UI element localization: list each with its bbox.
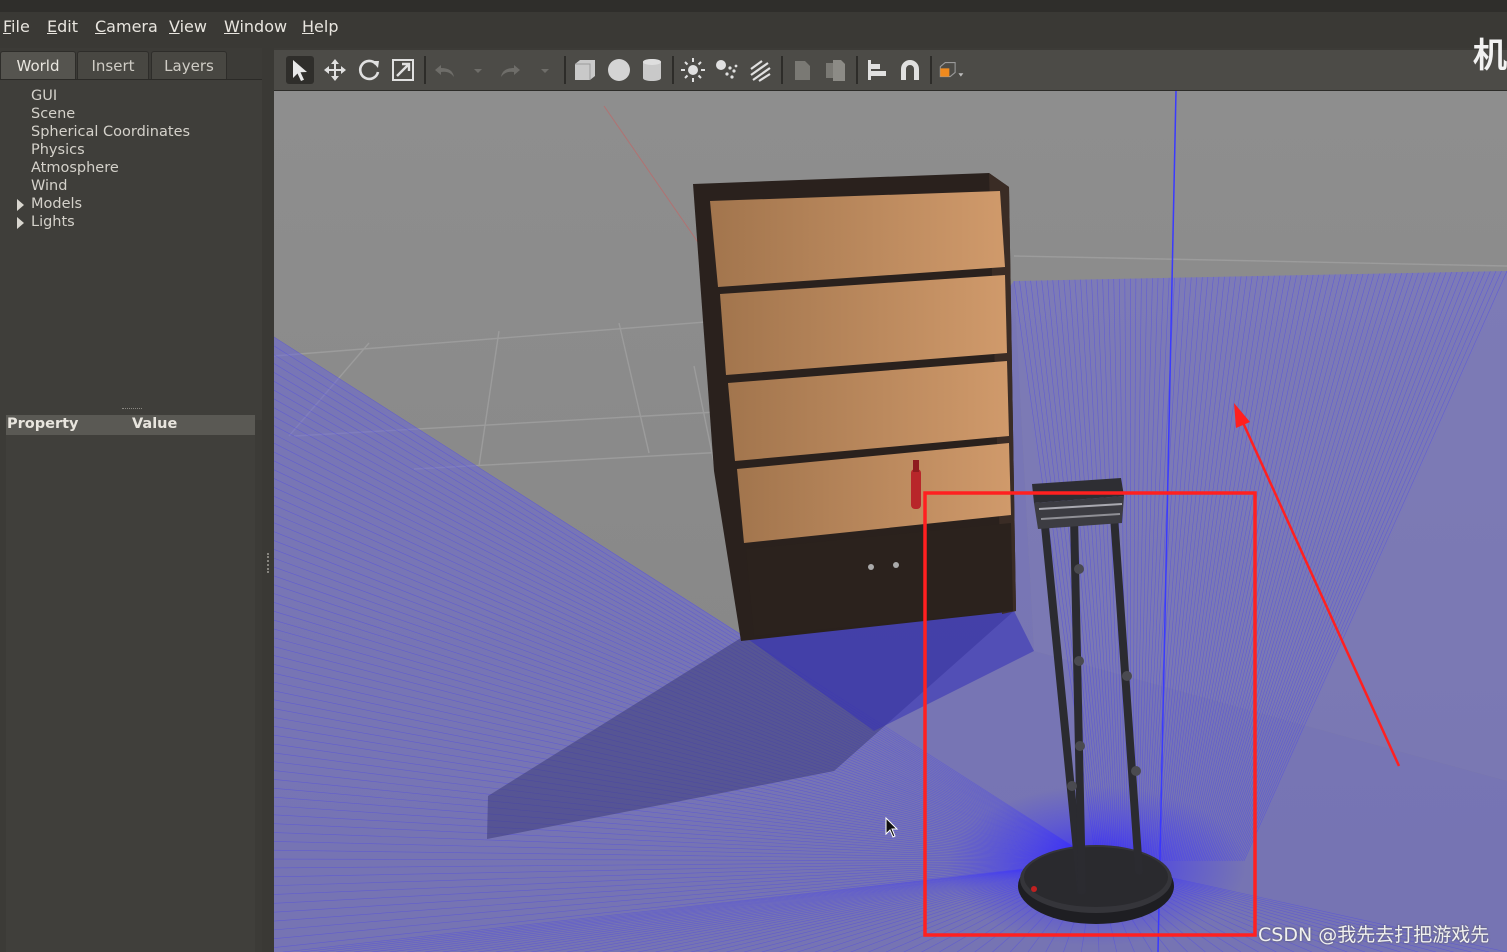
- toolbar-separator: [564, 56, 566, 84]
- translate-icon[interactable]: [321, 56, 349, 84]
- tree-item-label: GUI: [31, 88, 58, 104]
- menu-camera[interactable]: Camera: [95, 17, 158, 36]
- expand-arrow-icon[interactable]: [17, 217, 24, 229]
- tree-item-models[interactable]: Models: [17, 196, 83, 212]
- expand-arrow-icon[interactable]: [17, 199, 24, 211]
- toolbar-separator: [781, 56, 783, 84]
- property-table-body: [6, 435, 255, 952]
- tab-insert[interactable]: Insert: [77, 51, 149, 79]
- tab-world[interactable]: World: [0, 51, 76, 79]
- undo-icon[interactable]: [431, 56, 459, 84]
- align-icon[interactable]: [863, 56, 891, 84]
- directional-light-icon[interactable]: [746, 56, 774, 84]
- toolbar-separator: [856, 56, 858, 84]
- tree-item-label: Lights: [31, 214, 75, 230]
- world-tree: GUI Scene Spherical Coordinates Physics …: [0, 79, 262, 420]
- box-shape-icon[interactable]: [571, 56, 599, 84]
- sphere-shape-icon[interactable]: [605, 56, 633, 84]
- menu-help[interactable]: Help: [302, 17, 338, 36]
- value-column-header: Value: [132, 416, 178, 432]
- menu-bar: File Edit Camera View Window Help: [0, 0, 1507, 48]
- rotate-icon[interactable]: [355, 56, 383, 84]
- point-light-icon[interactable]: [679, 56, 707, 84]
- spot-light-icon[interactable]: [712, 56, 740, 84]
- tree-item-lights[interactable]: Lights: [17, 214, 75, 230]
- property-column-header: Property: [7, 416, 79, 432]
- copy-icon[interactable]: [788, 56, 816, 84]
- menu-view[interactable]: View: [169, 17, 207, 36]
- csdn-watermark: CSDN @我先去打把游戏先: [1258, 924, 1490, 946]
- panel-splitter[interactable]: [262, 48, 274, 952]
- tree-item-gui[interactable]: GUI: [31, 88, 57, 104]
- pane-resize-handle[interactable]: [122, 408, 142, 411]
- toolbar-separator: [424, 56, 426, 84]
- tree-item-label: Scene: [31, 106, 76, 122]
- toolbar: [274, 50, 1507, 91]
- tree-item-label: Models: [31, 196, 83, 212]
- toolbar-separator: [930, 56, 932, 84]
- splitter-grip[interactable]: [267, 553, 271, 573]
- tree-item-wind[interactable]: Wind: [31, 178, 67, 194]
- redo-dropdown-icon[interactable]: [531, 56, 549, 84]
- scale-icon[interactable]: [389, 56, 417, 84]
- tree-item-physics[interactable]: Physics: [31, 142, 85, 158]
- tab-layers[interactable]: Layers: [151, 51, 227, 79]
- tree-item-label: Wind: [31, 178, 68, 194]
- tree-item-label: Spherical Coordinates: [31, 124, 191, 140]
- panel-tabs: World Insert Layers: [0, 51, 262, 79]
- menu-file[interactable]: File: [3, 17, 30, 36]
- undo-dropdown-icon[interactable]: [464, 56, 482, 84]
- menu-edit[interactable]: Edit: [47, 17, 78, 36]
- tree-item-label: Physics: [31, 142, 85, 158]
- left-panel: World Insert Layers GUI Scene Spherical …: [0, 48, 262, 952]
- snap-magnet-icon[interactable]: [896, 56, 924, 84]
- tree-item-label: Atmosphere: [31, 160, 119, 176]
- toolbar-separator: [672, 56, 674, 84]
- tree-item-atmosphere[interactable]: Atmosphere: [31, 160, 119, 176]
- property-table-header: Property Value: [6, 415, 255, 435]
- redo-icon[interactable]: [496, 56, 524, 84]
- cylinder-shape-icon[interactable]: [638, 56, 666, 84]
- mouse-cursor-icon: [885, 817, 899, 838]
- scene-viewport[interactable]: [274, 91, 1507, 952]
- tree-item-scene[interactable]: Scene: [31, 106, 75, 122]
- paste-icon[interactable]: [821, 56, 849, 84]
- view-angle-icon[interactable]: [937, 56, 971, 84]
- tree-item-spherical-coordinates[interactable]: Spherical Coordinates: [31, 124, 190, 140]
- cropped-overlay-text: 机: [1473, 36, 1507, 76]
- select-arrow-icon[interactable]: [286, 56, 314, 84]
- menu-window[interactable]: Window: [224, 17, 287, 36]
- bookshelf[interactable]: [693, 173, 1016, 641]
